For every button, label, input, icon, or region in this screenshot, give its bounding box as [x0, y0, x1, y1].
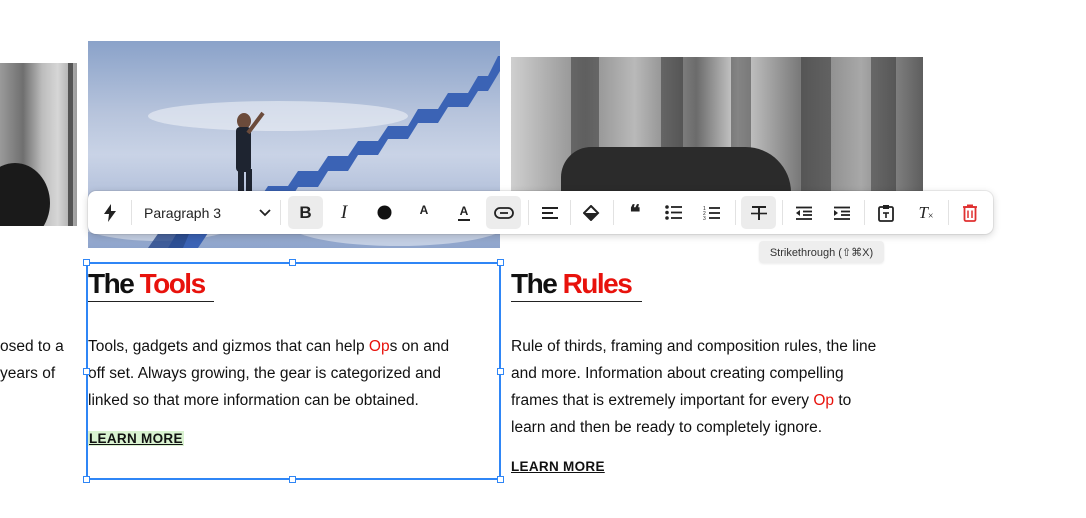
italic-icon[interactable]: I — [328, 196, 360, 229]
text-color-glyph: A — [459, 203, 469, 218]
left-column-text: osed to a years of — [0, 333, 80, 387]
link-icon[interactable] — [486, 196, 521, 229]
resize-handle[interactable] — [289, 476, 296, 483]
strikethrough-tooltip: Strikethrough (⇧⌘X) — [759, 241, 884, 263]
paragraph-style-value: Paragraph 3 — [144, 204, 222, 221]
align-left-icon[interactable] — [535, 196, 565, 229]
rules-body[interactable]: Rule of thirds, framing and composition … — [511, 333, 941, 441]
color-dot-icon[interactable] — [369, 196, 399, 229]
trash-icon[interactable] — [955, 196, 985, 229]
resize-handle[interactable] — [83, 368, 90, 375]
outdent-icon[interactable] — [788, 196, 820, 229]
lightning-icon[interactable] — [98, 196, 122, 229]
formatting-toolbar: Paragraph 3 B I A A ❝ 123 T × — [88, 191, 993, 234]
paste-text-icon[interactable] — [870, 196, 902, 229]
resize-handle[interactable] — [497, 259, 504, 266]
font-size-glyph: A — [419, 202, 429, 217]
bold-icon[interactable]: B — [288, 196, 323, 229]
resize-handle[interactable] — [497, 368, 504, 375]
svg-text:3: 3 — [703, 216, 706, 221]
rules-body-line: learn and then be ready to completely ig… — [511, 419, 823, 436]
chevron-down-icon — [259, 204, 271, 222]
rules-body-line: Rule of thirds, framing and composition … — [511, 338, 877, 355]
bullet-list-icon[interactable] — [658, 196, 690, 229]
resize-handle[interactable] — [497, 476, 504, 483]
clear-format-icon[interactable]: T × — [910, 196, 942, 229]
fill-icon[interactable] — [576, 196, 608, 229]
resize-handle[interactable] — [83, 259, 90, 266]
font-size-icon[interactable]: A — [408, 196, 440, 229]
quote-icon[interactable]: ❝ — [619, 196, 651, 229]
resize-handle[interactable] — [289, 259, 296, 266]
numbered-list-icon[interactable]: 123 — [696, 196, 728, 229]
photo-left-partial — [0, 63, 77, 226]
left-text-line: osed to a — [0, 338, 64, 355]
photo-street-scene — [511, 57, 923, 192]
strikethrough-icon[interactable] — [741, 196, 776, 229]
rules-body-line: frames that is extremely important for e… — [511, 392, 852, 409]
text-color-icon[interactable]: A — [448, 196, 480, 229]
rules-learn-more-link[interactable]: LEARN MORE — [511, 459, 605, 474]
indent-icon[interactable] — [826, 196, 858, 229]
clear-format-glyph: T — [918, 202, 928, 222]
selection-frame[interactable] — [83, 259, 504, 483]
paragraph-style-select[interactable]: Paragraph 3 — [140, 196, 275, 229]
rules-heading: The Rules — [511, 268, 642, 302]
rules-body-line: and more. Information about creating com… — [511, 365, 844, 382]
resize-handle[interactable] — [83, 476, 90, 483]
left-text-line: years of — [0, 365, 56, 382]
